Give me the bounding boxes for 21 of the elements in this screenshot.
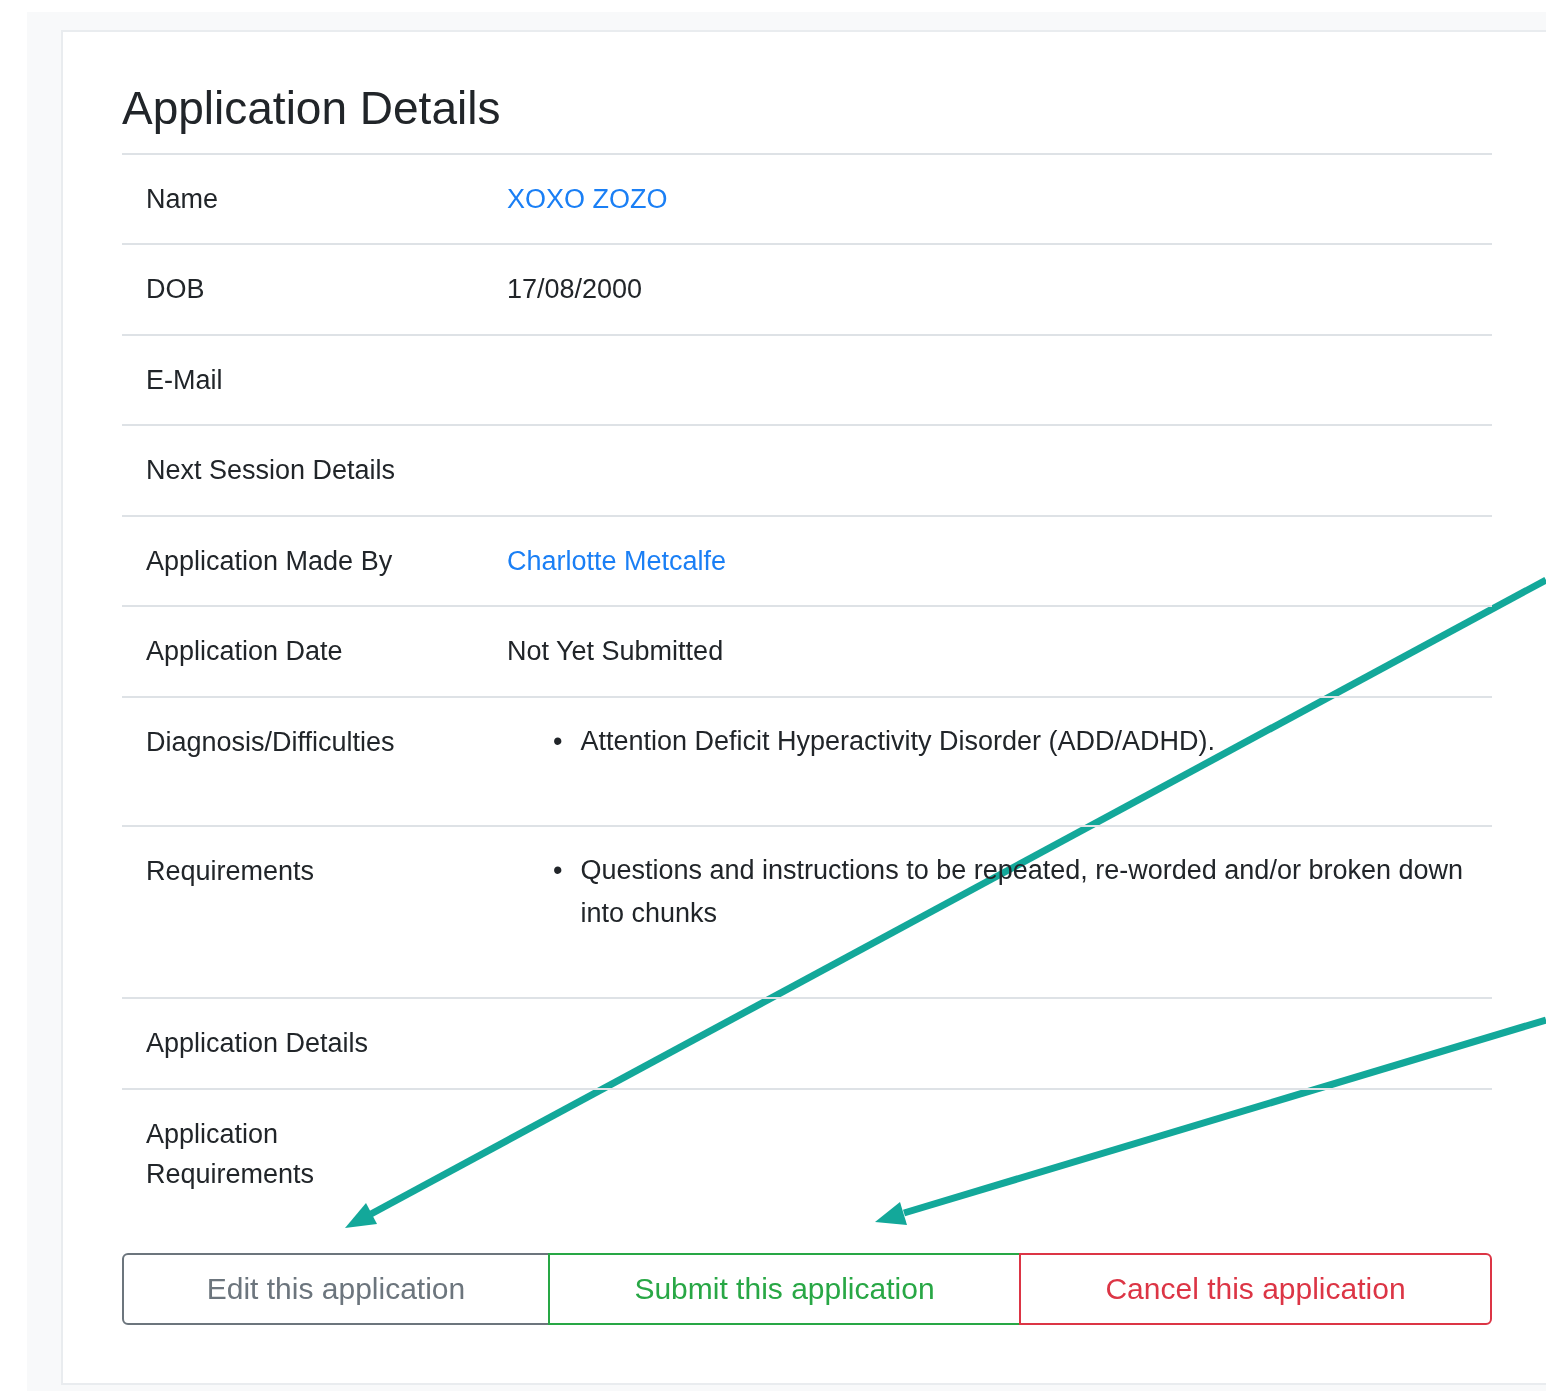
action-button[interactable]: Edit this application — [122, 1252, 550, 1325]
field-label: E-Mail — [146, 364, 223, 395]
bullet: • — [553, 724, 563, 758]
bullet: • — [553, 854, 563, 888]
value-link[interactable]: Charlotte Metcalfe — [507, 545, 727, 576]
field-label: Diagnosis/Difficulties — [146, 726, 395, 757]
field-label: Application Details — [146, 1028, 369, 1059]
value-text: Not Yet Submitted — [507, 636, 724, 667]
action-button[interactable]: Cancel this application — [1019, 1252, 1492, 1325]
field-label: Name — [146, 183, 219, 214]
value-text: 17/08/2000 — [507, 274, 643, 305]
list-item: Attention Deficit Hyperactivity Disorder (ADD/ADHD). — [580, 724, 1216, 758]
field-label: Application Made By — [146, 545, 393, 576]
action-button[interactable]: Submit this application — [548, 1252, 1021, 1325]
field-label: Next Session Details — [146, 455, 396, 486]
field-label: Requirements — [146, 856, 315, 887]
field-label: Application Requirements — [146, 1118, 315, 1190]
value-link[interactable]: XOXO ZOZO — [507, 183, 668, 214]
field-label: Application Date — [146, 636, 343, 667]
page-title: Application Details — [122, 82, 502, 135]
field-label: DOB — [146, 274, 205, 305]
